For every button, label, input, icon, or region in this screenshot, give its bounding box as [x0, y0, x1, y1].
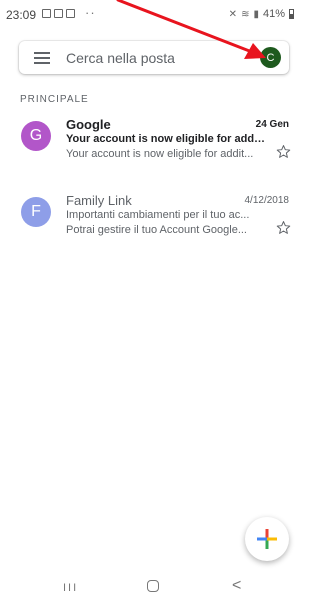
wifi-icon: ≋	[241, 8, 250, 20]
section-label: PRINCIPALE	[20, 94, 89, 105]
search-bar[interactable]: Cerca nella posta C	[19, 41, 289, 74]
annotation-arrow	[116, 0, 266, 59]
avatar-letter: C	[266, 51, 275, 64]
status-right: ✕ ≋ ▮ 41%	[229, 8, 294, 20]
email-date: 4/12/2018	[244, 195, 290, 206]
back-button[interactable]: <	[232, 577, 241, 595]
sender-avatar-letter: G	[29, 127, 43, 144]
sender-avatar: F	[21, 197, 51, 227]
email-snippet: Potrai gestire il tuo Account Google...	[66, 224, 247, 236]
email-sender: Google	[66, 117, 111, 132]
email-sender: Family Link	[66, 193, 132, 208]
home-button[interactable]	[147, 580, 159, 592]
recent-apps-button[interactable]: III	[63, 582, 78, 594]
account-avatar[interactable]: C	[260, 47, 281, 68]
email-item[interactable]: G Google 24 Gen Your account is now elig…	[0, 117, 302, 175]
email-snippet: Your account is now eligible for addit..…	[66, 148, 254, 160]
battery-percent: 41%	[262, 8, 285, 20]
menu-icon[interactable]	[34, 52, 50, 64]
compose-plus-icon	[257, 529, 277, 549]
email-item[interactable]: F Family Link 4/12/2018 Importanti cambi…	[0, 193, 302, 251]
gallery-notification-icon	[42, 9, 51, 18]
navigation-bar: III <	[0, 574, 302, 601]
status-time: 23:09	[6, 8, 37, 22]
star-icon[interactable]	[276, 220, 291, 235]
star-icon[interactable]	[276, 144, 291, 159]
email-date: 24 Gen	[255, 119, 289, 130]
more-notifications-icon: ··	[85, 5, 96, 20]
app-notification-icon	[54, 9, 63, 18]
sender-avatar: G	[21, 121, 51, 151]
compose-button[interactable]	[245, 517, 289, 561]
image-notification-icon	[66, 9, 75, 18]
mute-icon: ✕	[228, 8, 238, 20]
sender-avatar-letter: F	[31, 203, 41, 220]
signal-icon: ▮	[253, 8, 259, 20]
email-subject: Your account is now eligible for addi...	[66, 133, 266, 145]
status-bar: 23:09 ·· ✕ ≋ ▮ 41%	[0, 0, 302, 30]
email-subject: Importanti cambiamenti per il tuo ac...	[66, 209, 250, 221]
search-placeholder[interactable]: Cerca nella posta	[66, 50, 175, 66]
notification-icons	[42, 9, 75, 18]
battery-icon	[289, 9, 294, 19]
